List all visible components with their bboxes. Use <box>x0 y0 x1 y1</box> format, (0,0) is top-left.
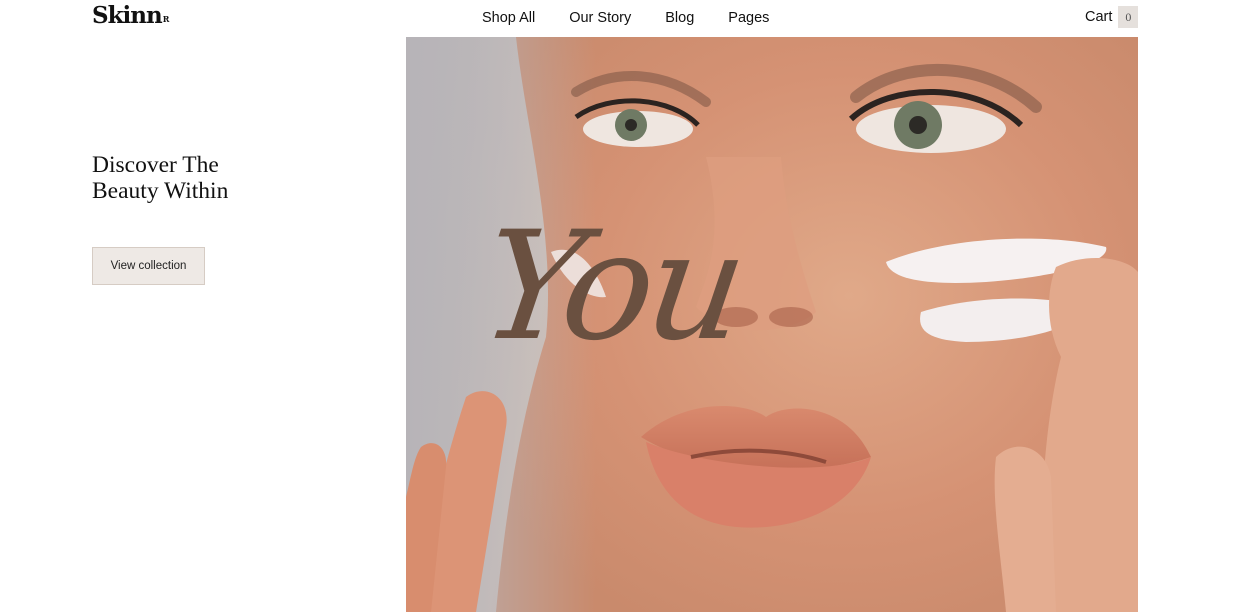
logo-registered-mark: R <box>162 14 170 24</box>
cart-label: Cart <box>1085 9 1113 25</box>
brand-logo[interactable]: SkinnR <box>92 2 169 30</box>
right-pupil <box>909 116 927 134</box>
right-hand <box>1041 257 1138 612</box>
hero-title-line-1: Discover The <box>92 152 219 178</box>
right-nostril <box>769 307 813 327</box>
right-finger <box>994 446 1056 612</box>
logo-text: Skinn <box>92 2 163 29</box>
site-header: SkinnR Shop All Our Story Blog Pages Car… <box>0 0 1248 37</box>
nav-link-shop-all[interactable]: Shop All <box>482 0 535 36</box>
face-illustration <box>406 37 1138 612</box>
cart-count-badge: 0 <box>1118 6 1139 28</box>
hero-title-line-2: Beauty Within <box>92 177 229 204</box>
hero-image: You <box>406 37 1138 612</box>
left-pupil <box>625 119 637 131</box>
hero-title: Discover The Beauty Within <box>92 152 332 204</box>
nav-link-blog[interactable]: Blog <box>665 0 694 36</box>
nav-link-pages[interactable]: Pages <box>728 0 769 36</box>
cart-button[interactable]: Cart 0 <box>1085 6 1139 28</box>
view-collection-button[interactable]: View collection <box>92 247 205 285</box>
left-nostril <box>714 307 758 327</box>
nav-link-our-story[interactable]: Our Story <box>569 0 631 36</box>
main-nav: Shop All Our Story Blog Pages <box>482 0 803 36</box>
